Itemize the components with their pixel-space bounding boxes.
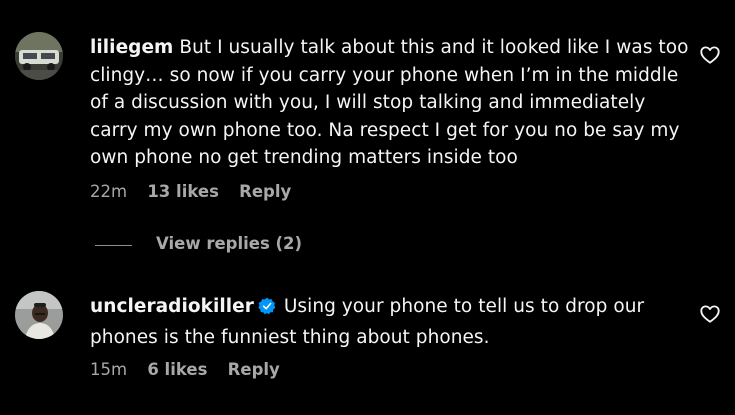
like-button[interactable] xyxy=(699,303,721,325)
view-replies-label: View replies (2) xyxy=(156,234,303,253)
comment-username[interactable]: uncleradiokiller xyxy=(90,296,254,317)
comment-timestamp: 15m xyxy=(90,360,128,379)
view-replies-button[interactable]: View replies (2) xyxy=(95,234,395,258)
comment-meta: 22m 13 likes Reply xyxy=(90,182,306,201)
comment-body: liliegem But I usually talk about this a… xyxy=(90,34,690,172)
avatar-photo-icon xyxy=(15,32,63,80)
reply-button[interactable]: Reply xyxy=(228,360,280,379)
comment-username[interactable]: liliegem xyxy=(90,37,173,58)
likes-count[interactable]: 6 likes xyxy=(147,360,207,379)
heart-outline-icon xyxy=(700,46,720,64)
like-button[interactable] xyxy=(699,44,721,66)
replies-divider-line xyxy=(95,245,132,246)
heart-outline-icon xyxy=(700,305,720,323)
verified-badge-icon xyxy=(258,296,276,324)
comment-text: But I usually talk about this and it loo… xyxy=(90,37,689,168)
avatar-photo-icon xyxy=(15,291,63,339)
avatar[interactable] xyxy=(15,291,63,339)
avatar[interactable] xyxy=(15,32,63,80)
comment-timestamp: 22m xyxy=(90,182,128,201)
reply-button[interactable]: Reply xyxy=(239,182,291,201)
comment-body: uncleradiokiller Using your phone to tel… xyxy=(90,293,690,351)
comment-meta: 15m 6 likes Reply xyxy=(90,360,295,379)
likes-count[interactable]: 13 likes xyxy=(147,182,219,201)
